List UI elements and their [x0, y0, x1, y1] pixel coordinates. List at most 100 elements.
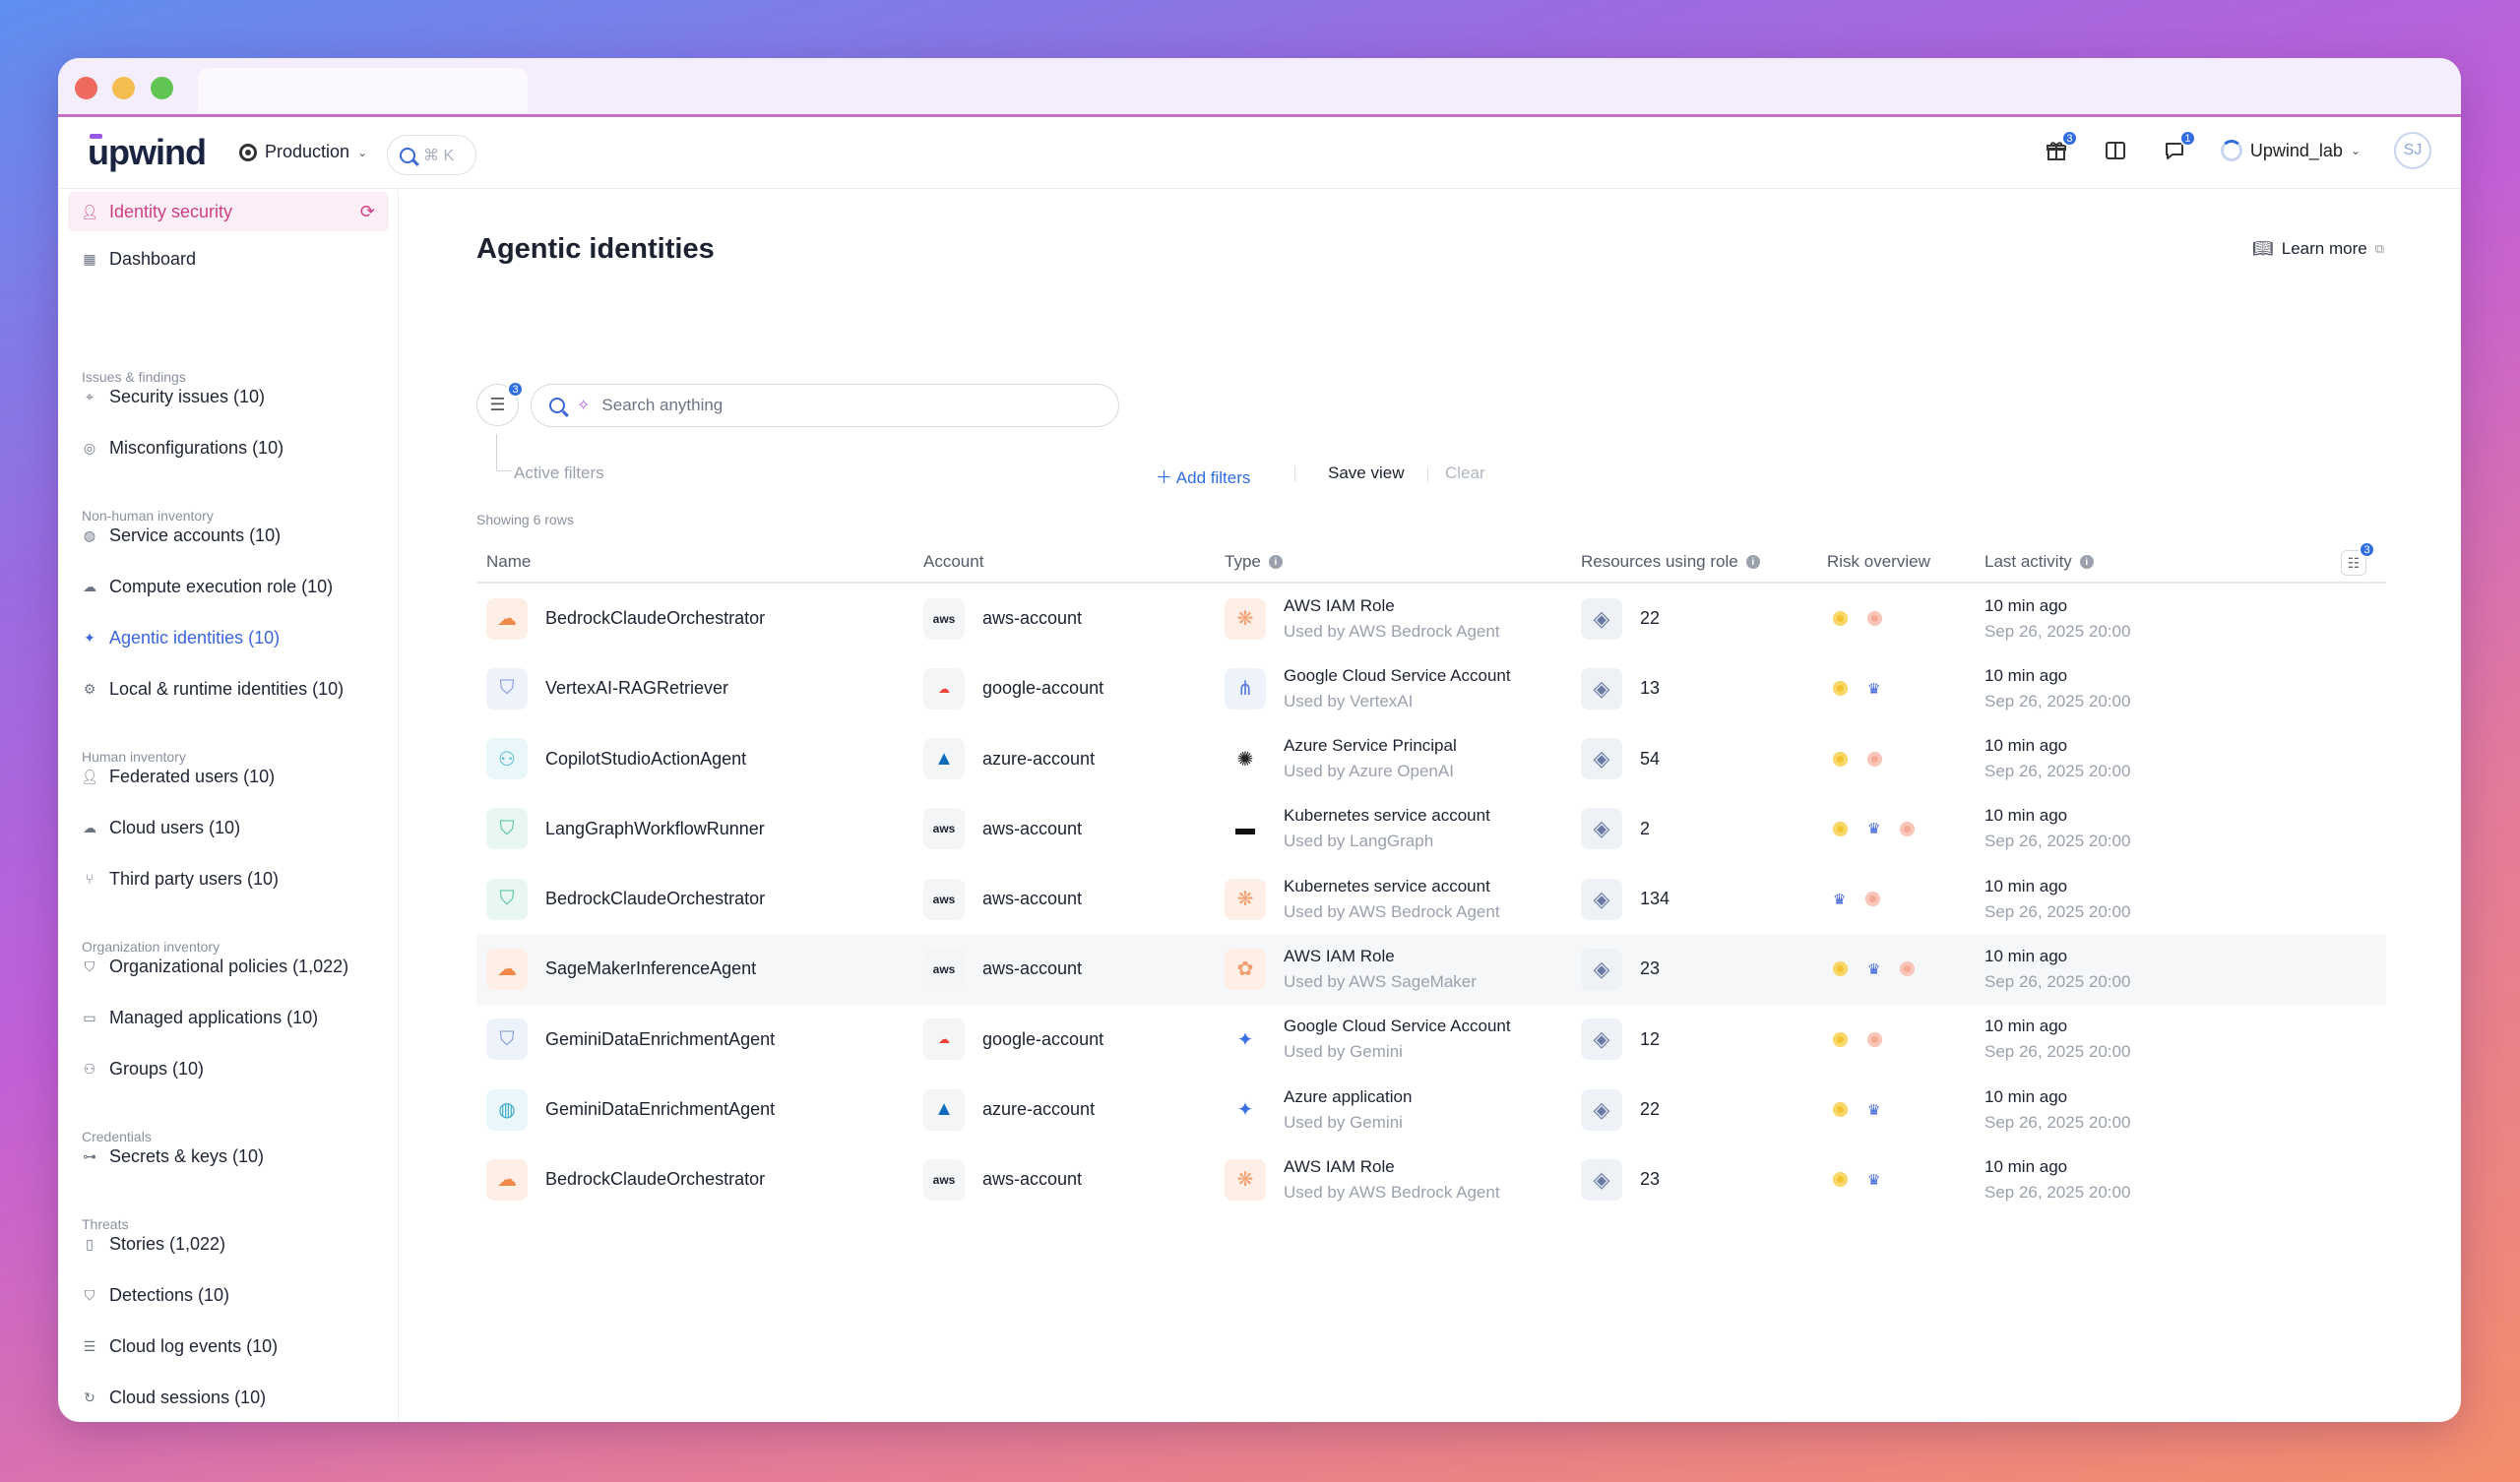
sidebar-item-identity-security[interactable]: 👤︎ Identity security ⟳ — [68, 192, 389, 231]
activity-cell: 10 min ago Sep 26, 2025 20:00 — [1984, 584, 2130, 653]
table-row[interactable]: ⛉ LangGraphWorkflowRunner aws aws-account … — [476, 794, 2386, 864]
activity-date: Sep 26, 2025 20:00 — [1984, 1112, 2131, 1132]
table-row[interactable]: ⛉ VertexAI-RAGRetriever ☁ google-account ⋔… — [476, 653, 2386, 723]
activity-cell: 10 min ago Sep 26, 2025 20:00 — [1984, 724, 2130, 794]
learn-more-link[interactable]: 📖︎ Learn more ⧉ — [2252, 239, 2384, 259]
sidebar-item-label: Managed applications (10) — [109, 1007, 319, 1027]
book-icon: 📖︎ — [2252, 239, 2274, 258]
identity-name[interactable]: GeminiDataEnrichmentAgent — [545, 1099, 775, 1120]
maximize-window-button[interactable] — [151, 77, 173, 99]
learn-more-label: Learn more — [2281, 239, 2367, 258]
identity-name[interactable]: BedrockClaudeOrchestrator — [545, 1169, 765, 1190]
minimize-window-button[interactable] — [112, 77, 135, 99]
gemini-icon: ✦ — [1225, 1019, 1266, 1061]
medium-risk-icon — [1833, 1102, 1848, 1118]
identity-name[interactable]: BedrockClaudeOrchestrator — [545, 608, 765, 629]
resource-count: 2 — [1640, 818, 1651, 838]
table-row[interactable]: ⛉ BedrockClaudeOrchestrator aws aws-accoun… — [476, 864, 2386, 934]
identity-name[interactable]: VertexAI-RAGRetriever — [545, 678, 728, 699]
column-settings-button[interactable]: ☷ 3 — [2341, 541, 2375, 576]
info-icon[interactable]: i — [2079, 555, 2094, 569]
filter-button[interactable]: ☰ 3 — [476, 381, 524, 426]
sidebar-item-label: Identity security — [109, 201, 233, 221]
resources-cell: ◈ 134 — [1581, 864, 1670, 934]
table-row[interactable]: ☁ SageMakerInferenceAgent aws aws-account … — [476, 934, 2386, 1005]
col-risk[interactable]: Risk overview — [1827, 552, 1930, 572]
bedrock-agent-icon: ❋ — [1225, 1158, 1266, 1201]
gift-button[interactable]: 3 — [2044, 130, 2078, 163]
sidebar-item-security-issues[interactable]: ⌖ Security issues (10) — [68, 377, 389, 416]
info-icon[interactable]: i — [1268, 555, 1283, 569]
messages-button[interactable]: 1 — [2162, 130, 2196, 163]
sidebar-item-cloud-log-events[interactable]: ☰ Cloud log events (10) — [68, 1327, 389, 1366]
col-activity[interactable]: Last activity i — [1984, 552, 2094, 572]
chevron-down-icon: ⌄ — [2350, 144, 2361, 157]
sidebar-item-dashboard[interactable]: ▦ Dashboard — [68, 239, 389, 278]
browser-tab[interactable] — [198, 68, 528, 113]
close-window-button[interactable] — [75, 77, 97, 99]
clear-button[interactable]: Clear — [1445, 463, 1485, 483]
identity-name[interactable]: LangGraphWorkflowRunner — [545, 819, 765, 839]
top-actions: 3 1 Upwind_lab ⌄ SJ — [2044, 130, 2431, 169]
resources-cell: ◈ 23 — [1581, 934, 1660, 1004]
azure-logo-icon: ▲ — [923, 738, 965, 780]
activity-relative: 10 min ago — [1984, 946, 2068, 965]
upwind-logo[interactable]: upwind — [88, 132, 207, 173]
identity-name[interactable]: CopilotStudioActionAgent — [545, 749, 746, 770]
sidebar-item-managed-applications[interactable]: ▭ Managed applications (10) — [68, 998, 389, 1037]
info-icon[interactable]: i — [1745, 555, 1760, 569]
refresh-icon[interactable]: ⟳ — [360, 202, 375, 222]
sidebar-item-cloud-users[interactable]: ☁︎ Cloud users (10) — [68, 808, 389, 847]
col-activity-label: Last activity — [1984, 552, 2072, 571]
docs-button[interactable] — [2103, 138, 2128, 163]
resource-count: 12 — [1640, 1028, 1661, 1049]
top-navigation: upwind Production ⌄ ⌘ K 3 1 Upwind_lab ⌄… — [58, 120, 2461, 189]
layers-icon: ◈ — [1581, 878, 1622, 920]
sidebar-item-local-runtime[interactable]: ⚙︎ Local & runtime identities (10) — [68, 669, 389, 709]
user-avatar[interactable]: SJ — [2394, 132, 2431, 169]
sidebar-item-secrets-keys[interactable]: ⊶ Secrets & keys (10) — [68, 1137, 389, 1176]
account-cell: ☁ google-account — [923, 1005, 1103, 1075]
sidebar-item-groups[interactable]: ⚇ Groups (10) — [68, 1049, 389, 1088]
table-row[interactable]: ☁ BedrockClaudeOrchestrator aws aws-accoun… — [476, 1144, 2386, 1214]
sidebar-item-misconfigurations[interactable]: ◎ Misconfigurations (10) — [68, 428, 389, 467]
search-input[interactable]: ✧ Search anything — [531, 384, 1119, 427]
key-icon: ⊶ — [83, 1147, 96, 1164]
account-name: aws-account — [982, 1169, 1083, 1190]
sidebar-item-compute-execution-role[interactable]: ☁︎ Compute execution role (10) — [68, 567, 389, 606]
col-account[interactable]: Account — [923, 552, 983, 572]
used-by-label: Used by AWS Bedrock Agent — [1284, 901, 1500, 921]
table-row[interactable]: ◍ GeminiDataEnrichmentAgent ▲ azure-accoun… — [476, 1075, 2386, 1144]
branch-icon: ⑂ — [85, 871, 94, 887]
sidebar-item-label: Cloud sessions (10) — [109, 1387, 267, 1407]
list-icon: ☰ — [83, 1337, 96, 1354]
sidebar-item-stories[interactable]: ▯ Stories (1,022) — [68, 1224, 389, 1264]
sidebar-item-federated-users[interactable]: 👤︎ Federated users (10) — [68, 757, 389, 796]
table-row[interactable]: ☁ BedrockClaudeOrchestrator aws aws-accoun… — [476, 584, 2386, 653]
activity-cell: 10 min ago Sep 26, 2025 20:00 — [1984, 1075, 2130, 1144]
gemini-icon: ✦ — [1225, 1088, 1266, 1131]
add-filters-button[interactable]: ＋ Add filters — [1156, 463, 1250, 488]
sidebar-item-agentic-identities[interactable]: ✦ Agentic identities (10) — [68, 618, 389, 657]
sidebar-item-detections[interactable]: ⛉ Detections (10) — [68, 1275, 389, 1315]
col-resources[interactable]: Resources using role i — [1581, 552, 1760, 572]
sidebar-item-cloud-sessions[interactable]: ↻ Cloud sessions (10) — [68, 1378, 389, 1417]
org-selector[interactable]: Upwind_lab ⌄ — [2220, 140, 2361, 161]
sidebar-item-service-accounts[interactable]: ◍ Service accounts (10) — [68, 516, 389, 555]
sidebar-item-third-party-users[interactable]: ⑂ Third party users (10) — [68, 859, 389, 898]
bedrock-agent-icon: ❋ — [1225, 597, 1266, 640]
identity-name[interactable]: GeminiDataEnrichmentAgent — [545, 1029, 775, 1050]
identity-name[interactable]: BedrockClaudeOrchestrator — [545, 889, 765, 909]
save-view-button[interactable]: Save view — [1328, 463, 1404, 483]
users-icon: ⚇ — [83, 1060, 96, 1077]
table-row[interactable]: ⚇ CopilotStudioActionAgent ▲ azure-account… — [476, 724, 2386, 794]
col-name[interactable]: Name — [486, 552, 531, 572]
sidebar-item-organizational-policies[interactable]: ⛉ Organizational policies (1,022) — [68, 947, 389, 986]
identity-name[interactable]: SageMakerInferenceAgent — [545, 958, 756, 979]
resource-count: 54 — [1640, 748, 1661, 769]
type-cell: ✺ Azure Service Principal Used by Azure Op… — [1225, 724, 1457, 794]
command-search-button[interactable]: ⌘ K — [387, 135, 476, 175]
table-row[interactable]: ⛉ GeminiDataEnrichmentAgent ☁ google-accou… — [476, 1005, 2386, 1075]
environment-selector[interactable]: Production ⌄ — [239, 142, 367, 162]
col-type[interactable]: Type i — [1225, 552, 1283, 572]
